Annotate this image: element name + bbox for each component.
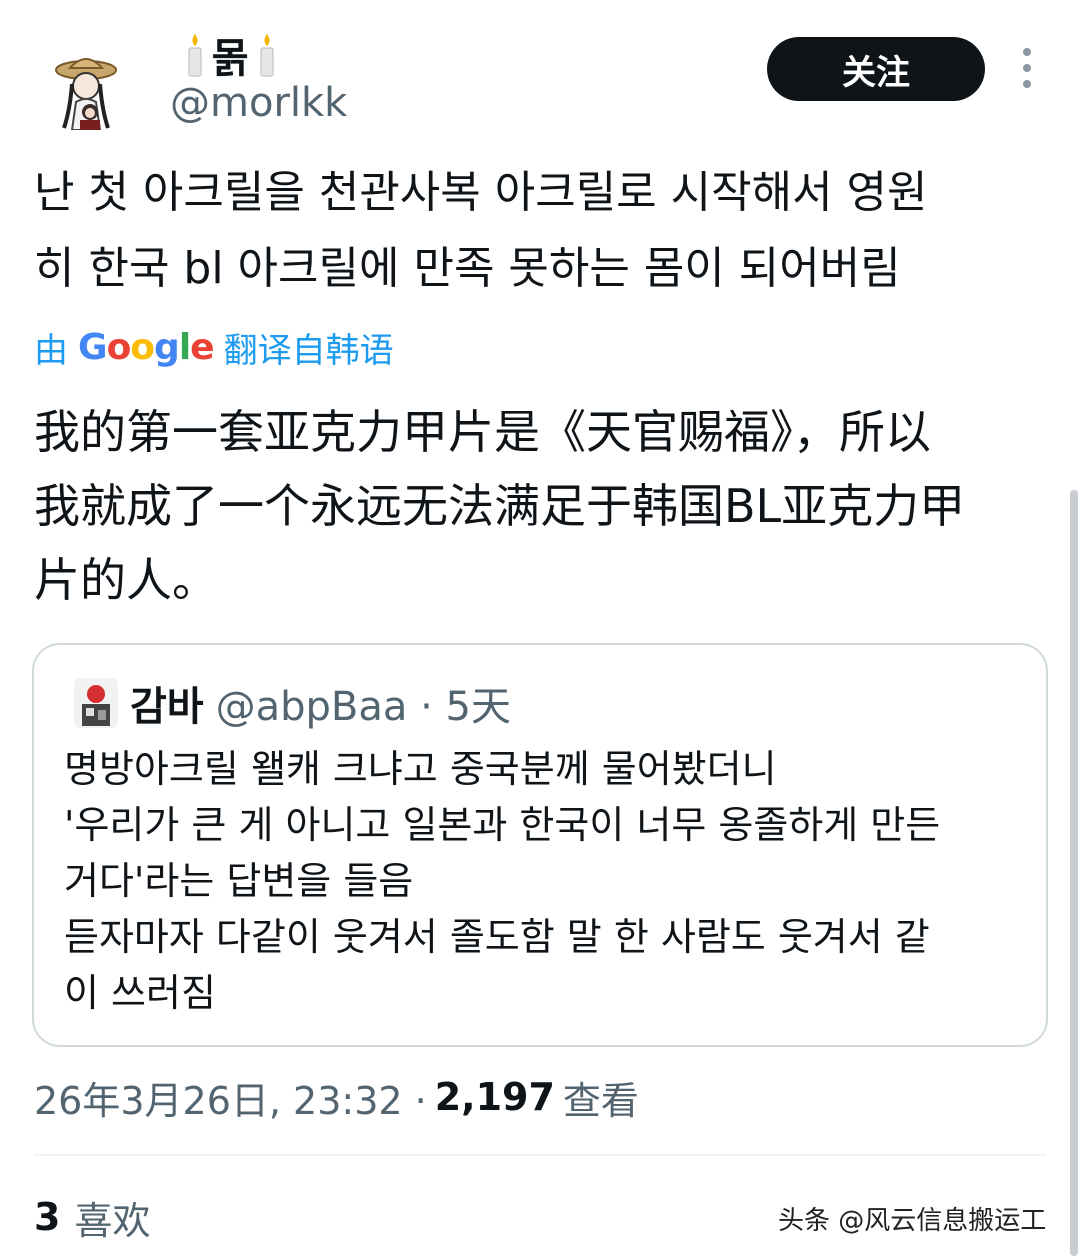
author-name-row[interactable]: 몱 <box>184 30 278 82</box>
quoted-tweet-header: 감바 @abpBaa · 5天 <box>74 675 511 731</box>
timestamp[interactable]: 26年3月26日, 23:32 · <box>34 1070 427 1125</box>
views-label: 查看 <box>562 1078 639 1123</box>
translation-attribution[interactable]: 由 Google 翻译自韩语 <box>34 322 394 372</box>
quoted-tweet-card[interactable]: 감바 @abpBaa · 5天 명방아크릴 왤캐 크냐고 중국분께 물어봤더니 … <box>32 643 1048 1047</box>
quoted-tweet-text: 명방아크릴 왤캐 크냐고 중국분께 물어봤더니 '우리가 큰 게 아니고 일본과… <box>64 747 941 1015</box>
author-display-name: 몱 <box>212 36 250 82</box>
quoted-author-name: 감바 <box>130 684 204 730</box>
google-logo: Google <box>78 326 215 368</box>
author-avatar[interactable] <box>50 50 122 131</box>
follow-button[interactable]: 关注 <box>767 37 985 101</box>
author-handle[interactable]: @morlkk <box>170 80 347 126</box>
tweet-text: 난 첫 아크릴을 천관사복 아크릴로 시작해서 영원 히 한국 bl 아크릴에 … <box>34 167 928 294</box>
timestamp-row: 26年3月26日, 23:32 · 2,197 查看 <box>34 1070 639 1124</box>
translate-prefix: 由 <box>34 330 68 371</box>
scrollbar[interactable] <box>1070 490 1078 1256</box>
candle-icon <box>260 34 274 77</box>
likes-row[interactable]: 3 喜欢 <box>34 1190 150 1244</box>
tweet-detail-page: 몱 @morlkk 关注 난 첫 아크릴을 천관사복 아크릴로 시작해서 영원 … <box>0 0 1080 1256</box>
likes-count: 3 <box>34 1195 61 1239</box>
translated-text: 我的第一套亚克力甲片是《天官赐福》，所以 我就成了一个永远无法满足于韩国BL亚克… <box>34 405 966 607</box>
translate-suffix: 翻译自韩语 <box>223 330 394 371</box>
watermark: 头条 @风云信息搬运工 <box>778 1206 1047 1236</box>
divider <box>34 1154 1046 1156</box>
likes-label: 喜欢 <box>74 1198 151 1243</box>
more-vertical-icon[interactable] <box>1012 48 1042 88</box>
candle-icon <box>188 34 202 77</box>
quoted-author-meta: @abpBaa · 5天 <box>215 684 511 730</box>
views-count: 2,197 <box>434 1075 555 1119</box>
quoted-author-avatar[interactable] <box>74 678 118 728</box>
